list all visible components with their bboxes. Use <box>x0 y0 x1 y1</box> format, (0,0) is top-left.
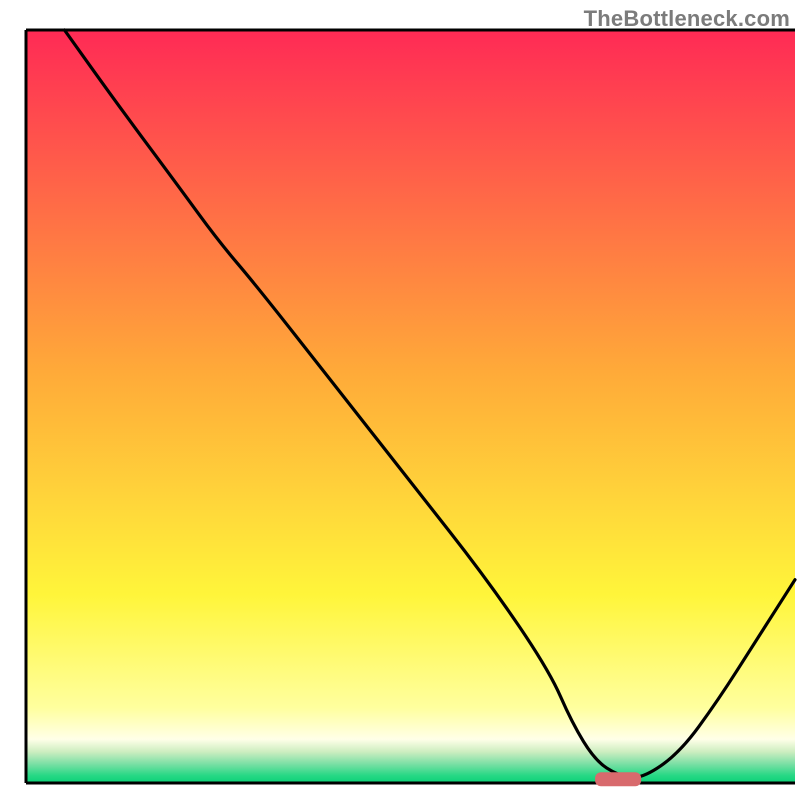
plot-background <box>26 30 795 783</box>
bottleneck-chart <box>0 0 800 800</box>
optimum-marker <box>595 772 641 786</box>
chart-container: TheBottleneck.com <box>0 0 800 800</box>
